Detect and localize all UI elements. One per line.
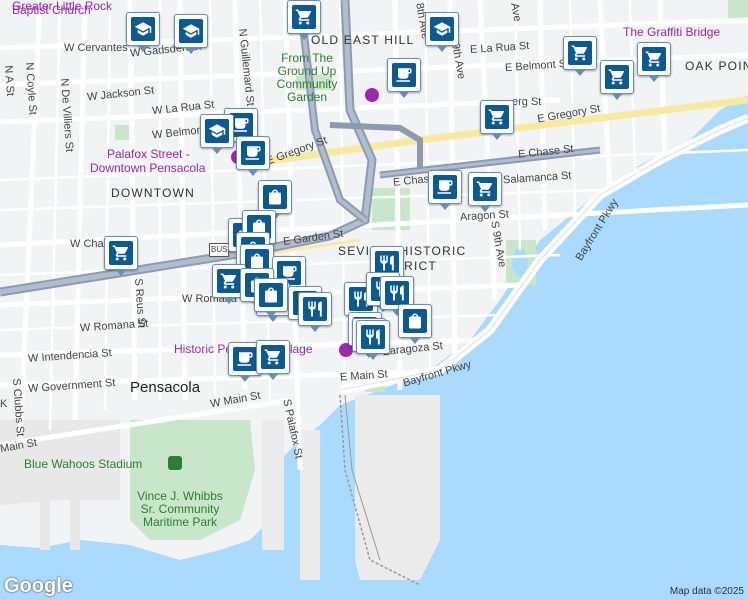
shopping-cart-icon[interactable] xyxy=(480,100,514,140)
bus-route-shield: BUS xyxy=(209,243,230,257)
street-k-fragment: K xyxy=(0,398,8,410)
poi-church-line2[interactable]: Baptist Church xyxy=(12,4,91,16)
map-canvas[interactable]: OLD EAST HILL DOWNTOWN OAK POINT SEVILLE… xyxy=(0,0,748,600)
shopping-cart-icon-badge xyxy=(642,47,666,71)
coffee-cup-icon[interactable] xyxy=(428,170,462,210)
poi-community-garden[interactable]: From The Ground Up Community Garden xyxy=(262,52,352,104)
shopping-cart-icon[interactable] xyxy=(600,60,634,100)
district-label-old-east-hill: OLD EAST HILL xyxy=(311,33,415,47)
shopping-cart-icon[interactable] xyxy=(287,0,321,40)
district-label-downtown: DOWNTOWN xyxy=(111,186,196,200)
coffee-cup-icon-badge xyxy=(392,63,416,87)
coffee-cup-icon[interactable] xyxy=(236,136,270,176)
coffee-cup-icon-badge xyxy=(241,141,265,165)
graduation-cap-icon-badge xyxy=(131,17,155,41)
coffee-cup-icon-badge xyxy=(233,347,257,371)
poi-palafox-line2[interactable]: Downtown Pensacola xyxy=(90,162,205,174)
shopping-cart-icon[interactable] xyxy=(104,236,138,276)
poi-palafox-line1[interactable]: Palafox Street - xyxy=(107,148,190,160)
graduation-cap-icon-badge xyxy=(179,19,203,43)
poi-blue-wahoos-stadium[interactable]: Blue Wahoos Stadium xyxy=(24,458,142,471)
shopping-cart-icon[interactable] xyxy=(256,340,290,380)
shopping-cart-icon-badge xyxy=(485,105,509,129)
museum-marker-icon[interactable] xyxy=(365,88,379,102)
map-attribution[interactable]: Map data ©2025 xyxy=(670,586,744,597)
shopping-bag-icon[interactable] xyxy=(254,278,288,318)
restaurant-icon-badge xyxy=(303,297,327,321)
shopping-cart-icon[interactable] xyxy=(468,172,502,212)
street-n-a: N A St xyxy=(2,65,17,97)
street-erg-fragment: erg St xyxy=(512,96,542,108)
graduation-cap-icon[interactable] xyxy=(126,12,160,52)
shopping-cart-icon-badge xyxy=(217,269,241,293)
graduation-cap-icon-badge xyxy=(430,17,454,41)
shopping-cart-icon-badge xyxy=(261,345,285,369)
shopping-bag-icon[interactable] xyxy=(258,180,292,220)
shopping-bag-icon-badge xyxy=(403,309,427,333)
shopping-cart-icon[interactable] xyxy=(637,42,671,82)
district-label-oak-point: OAK POINT xyxy=(685,59,748,73)
street-w-cervantes: W Cervantes xyxy=(64,42,128,54)
poi-graffiti-bridge[interactable]: The Graffiti Bridge xyxy=(623,26,720,38)
shopping-cart-icon-badge xyxy=(292,5,316,29)
graduation-cap-icon[interactable] xyxy=(200,114,234,154)
shopping-cart-icon-badge xyxy=(605,65,629,89)
restaurant-icon-badge xyxy=(361,325,385,349)
poi-maritime-park[interactable]: Vince J. Whibbs Sr. Community Maritime P… xyxy=(130,490,230,529)
shopping-bag-icon-badge xyxy=(259,283,283,307)
shopping-bag-icon[interactable] xyxy=(398,304,432,344)
shopping-cart-icon-badge xyxy=(568,41,592,65)
shopping-cart-icon[interactable] xyxy=(563,36,597,76)
shopping-cart-icon-badge xyxy=(109,241,133,265)
restaurant-icon[interactable] xyxy=(356,320,390,360)
graduation-cap-icon[interactable] xyxy=(174,14,208,54)
graduation-cap-icon-badge xyxy=(205,119,229,143)
coffee-cup-icon[interactable] xyxy=(387,58,421,98)
restaurant-icon-badge xyxy=(385,281,409,305)
city-label-pensacola: Pensacola xyxy=(130,379,201,396)
coffee-cup-icon-badge xyxy=(433,175,457,199)
shopping-cart-icon-badge xyxy=(473,177,497,201)
shopping-bag-icon-badge xyxy=(263,185,287,209)
google-logo: Google xyxy=(4,575,73,597)
graduation-cap-icon[interactable] xyxy=(425,12,459,52)
stadium-marker-icon[interactable] xyxy=(168,456,182,470)
restaurant-icon[interactable] xyxy=(298,292,332,332)
